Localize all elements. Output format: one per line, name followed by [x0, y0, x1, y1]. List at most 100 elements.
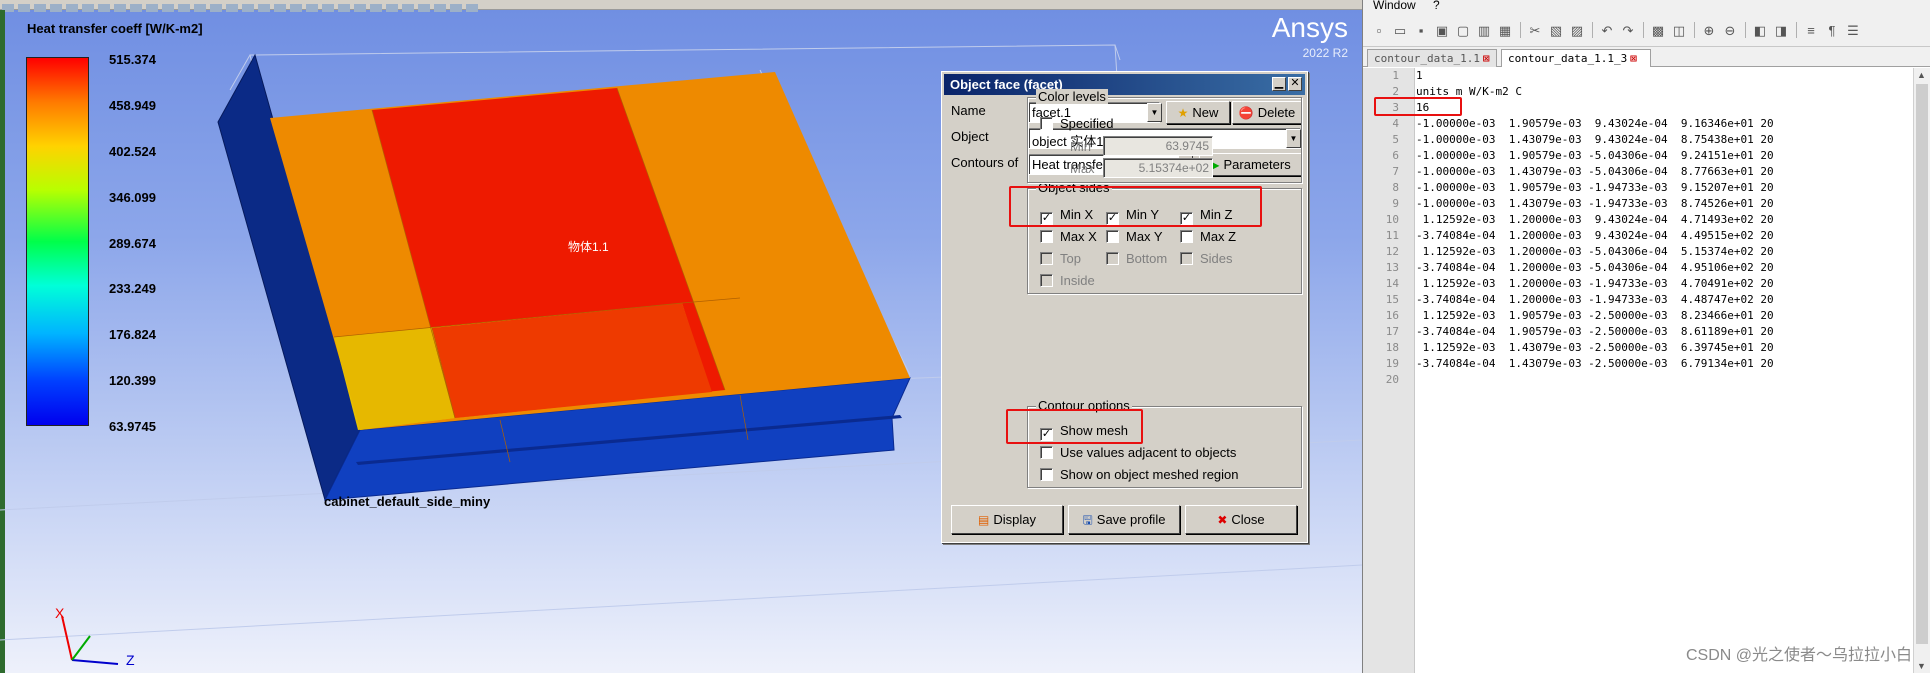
- close-button[interactable]: ✖ Close: [1185, 505, 1297, 534]
- object-label: Object: [951, 129, 989, 144]
- line-number: 4: [1392, 117, 1399, 130]
- tab-close-icon[interactable]: ⊠: [1630, 52, 1637, 65]
- display-button[interactable]: ▤ Display: [951, 505, 1063, 534]
- zoom-in-icon[interactable]: ⊕: [1701, 23, 1717, 39]
- code-line[interactable]: -3.74084e-04 1.20000e-03 9.43024e-04 4.4…: [1416, 229, 1774, 245]
- copy-icon[interactable]: ▧: [1548, 23, 1564, 39]
- redo-icon[interactable]: ↷: [1620, 23, 1636, 39]
- legend-color-bar: [26, 57, 89, 426]
- checkbox-max-y[interactable]: Max Y: [1106, 229, 1163, 244]
- checkbox-max-z[interactable]: Max Z: [1180, 229, 1236, 244]
- tab-contour-data-1-1[interactable]: contour_data_1.1 ⊠: [1367, 49, 1497, 67]
- menu-window[interactable]: Window: [1373, 0, 1416, 12]
- code-line[interactable]: 1.12592e-03 1.90579e-03 -2.50000e-03 8.2…: [1416, 309, 1774, 325]
- new-file-icon[interactable]: ▫: [1371, 23, 1387, 39]
- contour-options-legend: Contour options: [1036, 398, 1132, 413]
- cut-icon[interactable]: ✂: [1527, 23, 1543, 39]
- checkbox-box[interactable]: ✓: [1180, 212, 1193, 225]
- toolbar-separator: [1520, 22, 1521, 38]
- code-line[interactable]: -1.00000e-03 1.90579e-03 9.43024e-04 9.1…: [1416, 117, 1774, 133]
- code-line[interactable]: -3.74084e-04 1.43079e-03 -2.50000e-03 6.…: [1416, 357, 1774, 373]
- close-icon[interactable]: ✕: [1288, 77, 1302, 91]
- code-area[interactable]: 1 units m W/K-m2 C 16 -1.00000e-03 1.90579e…: [1416, 68, 1913, 673]
- menu-help[interactable]: ?: [1433, 0, 1440, 12]
- sync-horizontal-icon[interactable]: ◨: [1773, 23, 1789, 39]
- checkbox-sides: Sides: [1180, 251, 1233, 266]
- checkbox-box[interactable]: [1040, 230, 1053, 243]
- code-line[interactable]: -3.74084e-04 1.20000e-03 -5.04306e-04 4.…: [1416, 261, 1774, 277]
- checkbox-min-y[interactable]: ✓ Min Y: [1106, 207, 1159, 225]
- minimize-icon[interactable]: ▁: [1272, 77, 1286, 91]
- code-line[interactable]: -3.74084e-04 1.20000e-03 -1.94733e-03 4.…: [1416, 293, 1774, 309]
- cabinet-label: cabinet_default_side_miny: [324, 494, 491, 509]
- editor-toolbar: ▫ ▭ ▪ ▣ ▢ ▥ ▦ ✂ ▧ ▨ ↶ ↷ ▩ ◫ ⊕ ⊖ ◧ ◨ ≡ ¶ ☰: [1363, 14, 1930, 47]
- code-line[interactable]: 1.12592e-03 1.20000e-03 9.43024e-04 4.71…: [1416, 213, 1774, 229]
- vertical-scrollbar[interactable]: ▲ ▼: [1913, 68, 1930, 673]
- 3d-viewport[interactable]: Heat transfer coeff [W/K-m2] 515.374 458…: [0, 0, 1362, 673]
- word-wrap-icon[interactable]: ≡: [1803, 23, 1819, 39]
- line-number: 15: [1385, 293, 1399, 306]
- checkbox-min-x[interactable]: ✓ Min X: [1040, 207, 1093, 225]
- checkbox-min-z[interactable]: ✓ Min Z: [1180, 207, 1233, 225]
- line-number: 2: [1392, 85, 1399, 98]
- tab-contour-data-1-1-3[interactable]: contour_data_1.1_3 ⊠: [1501, 49, 1651, 67]
- checkbox-max-x[interactable]: Max X: [1040, 229, 1097, 244]
- text-editor[interactable]: Window ? ▫ ▭ ▪ ▣ ▢ ▥ ▦ ✂ ▧ ▨ ↶ ↷ ▩ ◫ ⊕ ⊖ ◧ ◨ ≡ ¶ ☰ contour_d…: [1362, 0, 1930, 673]
- object-face-dialog[interactable]: Object face (facet) ▁ ✕ Name facet.1 ▼ ★…: [941, 71, 1308, 543]
- ansys-logo-text: Ansys: [1271, 12, 1348, 43]
- scroll-up-icon[interactable]: ▲: [1917, 70, 1926, 80]
- close-all-icon[interactable]: ▥: [1476, 23, 1492, 39]
- sync-vertical-icon[interactable]: ◧: [1752, 23, 1768, 39]
- indent-guide-icon[interactable]: ☰: [1845, 23, 1861, 39]
- name-label: Name: [951, 103, 986, 118]
- show-all-chars-icon[interactable]: ¶: [1824, 23, 1840, 39]
- save-profile-button[interactable]: 🖫 Save profile: [1068, 505, 1180, 534]
- checkbox-box[interactable]: [1180, 230, 1193, 243]
- code-line[interactable]: -1.00000e-03 1.43079e-03 -1.94733e-03 8.…: [1416, 197, 1774, 213]
- code-line[interactable]: 1.12592e-03 1.43079e-03 -2.50000e-03 6.3…: [1416, 341, 1774, 357]
- legend-value: 458.949: [109, 98, 156, 113]
- code-line[interactable]: 1.12592e-03 1.20000e-03 -1.94733e-03 4.7…: [1416, 277, 1774, 293]
- open-file-icon[interactable]: ▭: [1392, 23, 1408, 39]
- replace-icon[interactable]: ◫: [1671, 23, 1687, 39]
- line-number: 1: [1392, 69, 1399, 82]
- line-number: 3: [1392, 101, 1399, 114]
- checkbox-box[interactable]: ✓: [1040, 212, 1053, 225]
- checkbox-box[interactable]: [1106, 230, 1119, 243]
- undo-icon[interactable]: ↶: [1599, 23, 1615, 39]
- line-number: 16: [1385, 309, 1399, 322]
- checkbox-specified[interactable]: Specified: [1040, 116, 1113, 131]
- legend-value: 120.399: [109, 373, 156, 388]
- print-icon[interactable]: ▦: [1497, 23, 1513, 39]
- checkbox-use-adjacent-values[interactable]: Use values adjacent to objects: [1040, 445, 1236, 460]
- tab-close-icon[interactable]: ⊠: [1483, 52, 1490, 65]
- checkbox-box[interactable]: [1040, 117, 1053, 130]
- code-line[interactable]: -1.00000e-03 1.43079e-03 9.43024e-04 8.7…: [1416, 133, 1774, 149]
- checkbox-box[interactable]: ✓: [1040, 428, 1053, 441]
- paste-icon[interactable]: ▨: [1569, 23, 1585, 39]
- checkbox-box[interactable]: ✓: [1106, 212, 1119, 225]
- save-icon[interactable]: ▪: [1413, 23, 1429, 39]
- checkbox-show-mesh[interactable]: ✓ Show mesh: [1040, 423, 1128, 441]
- color-levels-legend: Color levels: [1036, 89, 1108, 104]
- save-all-icon[interactable]: ▣: [1434, 23, 1450, 39]
- checkbox-show-on-meshed-region[interactable]: Show on object meshed region: [1040, 467, 1239, 482]
- checkbox-box[interactable]: [1040, 468, 1053, 481]
- code-line[interactable]: 1.12592e-03 1.20000e-03 -5.04306e-04 5.1…: [1416, 245, 1774, 261]
- code-line[interactable]: 1: [1416, 69, 1423, 85]
- facet-label: 物体1.1: [568, 240, 609, 254]
- scrollbar-thumb[interactable]: [1916, 84, 1928, 644]
- dialog-titlebar[interactable]: Object face (facet) ▁ ✕: [944, 74, 1305, 95]
- csdn-watermark: CSDN @光之使者～乌拉拉小白: [1685, 647, 1912, 664]
- code-line[interactable]: units m W/K-m2 C: [1416, 85, 1522, 101]
- close-file-icon[interactable]: ▢: [1455, 23, 1471, 39]
- scroll-down-icon[interactable]: ▼: [1917, 661, 1926, 671]
- zoom-out-icon[interactable]: ⊖: [1722, 23, 1738, 39]
- code-line[interactable]: 16: [1416, 101, 1429, 117]
- code-line[interactable]: -1.00000e-03 1.43079e-03 -5.04306e-04 8.…: [1416, 165, 1774, 181]
- checkbox-box[interactable]: [1040, 446, 1053, 459]
- code-line[interactable]: -3.74084e-04 1.90579e-03 -2.50000e-03 8.…: [1416, 325, 1774, 341]
- code-line[interactable]: -1.00000e-03 1.90579e-03 -1.94733e-03 9.…: [1416, 181, 1774, 197]
- find-icon[interactable]: ▩: [1650, 23, 1666, 39]
- code-line[interactable]: -1.00000e-03 1.90579e-03 -5.04306e-04 9.…: [1416, 149, 1774, 165]
